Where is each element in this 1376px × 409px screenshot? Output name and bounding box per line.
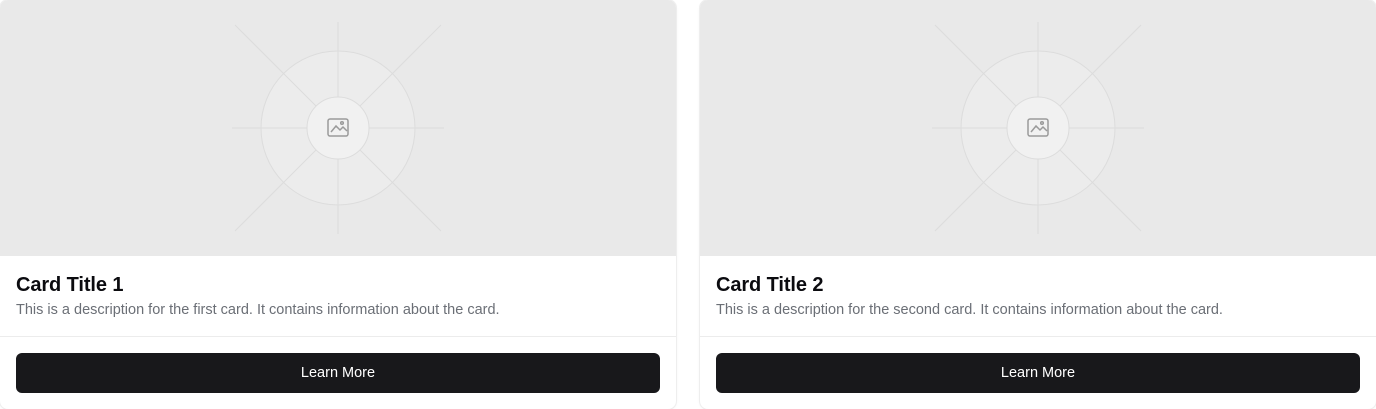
card-title: Card Title 2 (716, 274, 824, 296)
card-image-placeholder (0, 0, 676, 256)
learn-more-button[interactable]: Learn More (716, 353, 1360, 393)
card-content: Card Title 2 This is a description for t… (700, 256, 1376, 336)
card-divider (700, 336, 1376, 337)
placeholder-graphic (932, 22, 1144, 234)
learn-more-button[interactable]: Learn More (16, 353, 660, 393)
card-1: Card Title 1 This is a description for t… (0, 0, 676, 409)
card-content: Card Title 1 This is a description for t… (0, 256, 676, 336)
card-image-placeholder (700, 0, 1376, 256)
card-2: Card Title 2 This is a description for t… (700, 0, 1376, 409)
card-title: Card Title 1 (16, 274, 124, 296)
card-grid: Card Title 1 This is a description for t… (0, 0, 1376, 409)
card-divider (0, 336, 676, 337)
card-description: This is a description for the second car… (716, 302, 1223, 318)
placeholder-graphic (232, 22, 444, 234)
card-description: This is a description for the first card… (16, 302, 500, 318)
